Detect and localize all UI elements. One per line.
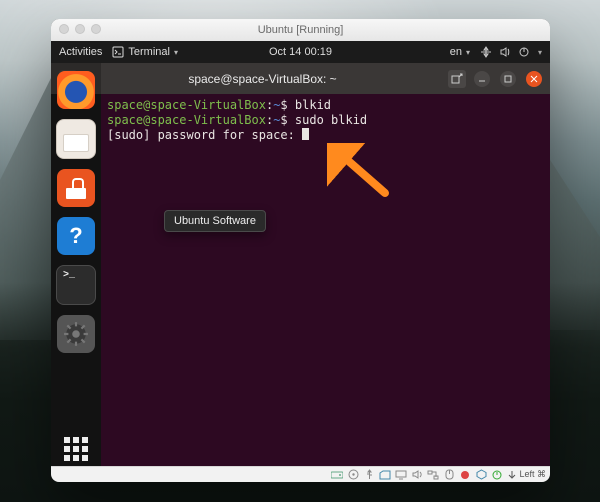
sb-hostkey[interactable]: Left ⌘ xyxy=(507,469,546,480)
lang-label: en xyxy=(450,46,462,58)
dock-tooltip: Ubuntu Software xyxy=(164,210,266,232)
minimize-button[interactable] xyxy=(474,71,490,87)
vm-window: Ubuntu [Running] Activities Terminal ▾ O… xyxy=(51,19,550,482)
system-tray[interactable]: ▾ xyxy=(480,46,542,58)
chevron-down-icon: ▾ xyxy=(466,48,470,57)
new-tab-icon xyxy=(451,73,463,85)
vm-close-dot[interactable] xyxy=(59,24,69,34)
maximize-button[interactable] xyxy=(500,71,516,87)
vm-window-title: Ubuntu [Running] xyxy=(258,24,344,36)
dock: ? xyxy=(51,63,101,467)
vm-statusbar: Left ⌘ xyxy=(51,466,550,482)
sb-display-icon[interactable] xyxy=(395,469,407,481)
minimize-icon xyxy=(478,75,486,83)
arrow-down-icon xyxy=(507,470,517,480)
sb-net-icon[interactable] xyxy=(427,469,439,481)
dock-terminal[interactable] xyxy=(56,265,96,305)
dock-firefox[interactable] xyxy=(57,71,95,109)
dock-settings[interactable] xyxy=(57,315,95,353)
window-buttons xyxy=(474,71,542,87)
term-line: space@space-VirtualBox:~$ blkid xyxy=(107,98,544,113)
annotation-arrow xyxy=(327,143,397,203)
sb-power-icon[interactable] xyxy=(491,469,503,481)
dock-software[interactable] xyxy=(57,169,95,207)
power-icon xyxy=(518,46,530,58)
activities-button[interactable]: Activities xyxy=(59,46,102,58)
chevron-down-icon: ▾ xyxy=(538,48,542,57)
guest-screen: Activities Terminal ▾ Oct 14 00:19 en ▾ … xyxy=(51,41,550,467)
cursor xyxy=(302,128,309,140)
sb-hostkey-label: Left ⌘ xyxy=(519,469,546,480)
terminal-icon xyxy=(112,46,124,58)
apps-grid-icon xyxy=(64,437,88,461)
new-tab-button[interactable] xyxy=(448,70,466,88)
volume-icon xyxy=(500,46,510,58)
close-icon xyxy=(530,75,538,83)
terminal-title: space@space-VirtualBox: ~ xyxy=(85,72,440,86)
sb-mouse-icon[interactable] xyxy=(443,469,455,481)
dock-help[interactable]: ? xyxy=(57,217,95,255)
term-line: [sudo] password for space: xyxy=(107,128,544,143)
show-apps-button[interactable] xyxy=(51,437,101,461)
vm-min-dot[interactable] xyxy=(75,24,85,34)
sb-shared-icon[interactable] xyxy=(379,469,391,481)
sb-usb-icon[interactable] xyxy=(363,469,375,481)
app-menu-label: Terminal xyxy=(128,46,170,58)
sb-optical-icon[interactable] xyxy=(347,469,359,481)
terminal-header: space@space-VirtualBox: ~ xyxy=(51,63,550,94)
maximize-icon xyxy=(504,75,512,83)
vm-max-dot[interactable] xyxy=(91,24,101,34)
gear-icon xyxy=(63,321,89,347)
network-icon xyxy=(480,46,492,58)
sb-audio-icon[interactable] xyxy=(411,469,423,481)
clock[interactable]: Oct 14 00:19 xyxy=(269,46,332,58)
vm-titlebar[interactable]: Ubuntu [Running] xyxy=(51,19,550,41)
app-menu[interactable]: Terminal ▾ xyxy=(112,46,178,58)
dock-files[interactable] xyxy=(56,119,96,159)
chevron-down-icon: ▾ xyxy=(174,48,178,57)
sb-record-icon[interactable] xyxy=(459,469,471,481)
term-line: space@space-VirtualBox:~$ sudo blkid xyxy=(107,113,544,128)
close-button[interactable] xyxy=(526,71,542,87)
terminal-body[interactable]: space@space-VirtualBox:~$ blkid space@sp… xyxy=(101,94,550,467)
sb-vbox-icon[interactable] xyxy=(475,469,487,481)
gnome-top-bar: Activities Terminal ▾ Oct 14 00:19 en ▾ … xyxy=(51,41,550,63)
lang-indicator[interactable]: en ▾ xyxy=(450,46,470,58)
vm-traffic-lights[interactable] xyxy=(59,24,101,34)
sb-hdd-icon[interactable] xyxy=(331,469,343,481)
